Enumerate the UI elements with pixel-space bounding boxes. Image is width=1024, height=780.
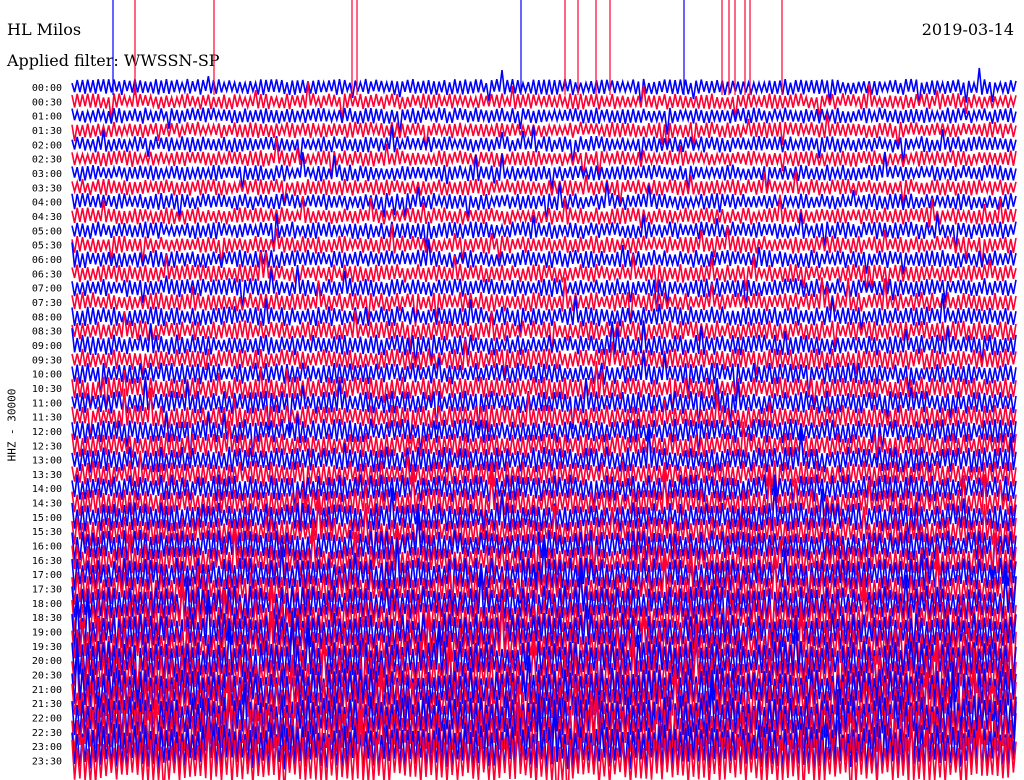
row-time-label: 14:00 [32, 484, 62, 495]
row-time-label: 13:30 [32, 470, 62, 481]
row-time-label: 12:00 [32, 427, 62, 438]
row-time-label: 16:30 [32, 556, 62, 567]
trace-row [71, 125, 1017, 165]
helicorder-plot: 00:00 00:30 01:00 01:30 02:00 02:30 03:00 03:30… [32, 0, 1017, 780]
row-time-label: 23:00 [32, 742, 62, 753]
row-time-label: 08:30 [32, 327, 62, 338]
row-time-label: 06:30 [32, 269, 62, 280]
row-time-label: 22:30 [32, 728, 62, 739]
row-time-label: 19:30 [32, 642, 62, 653]
row-time-label: 12:30 [32, 441, 62, 452]
row-time-label: 04:00 [32, 198, 62, 209]
trace-row [71, 480, 1017, 539]
row-time-label: 01:00 [32, 112, 62, 123]
row-time-label: 08:00 [32, 312, 62, 323]
row-time-label: 00:30 [32, 97, 62, 108]
row-time-label: 09:30 [32, 355, 62, 366]
row-time-label: 20:30 [32, 671, 62, 682]
row-time-label: 22:00 [32, 714, 62, 725]
row-time-label: 18:00 [32, 599, 62, 610]
row-time-label: 02:00 [32, 140, 62, 151]
row-time-label: 21:30 [32, 699, 62, 710]
row-time-label: 05:00 [32, 226, 62, 237]
trace-row [71, 107, 1017, 136]
trace-row [71, 212, 1017, 252]
row-time-label: 14:30 [32, 499, 62, 510]
row-time-label: 11:30 [32, 413, 62, 424]
row-time-label: 03:30 [32, 183, 62, 194]
row-time-label: 05:30 [32, 241, 62, 252]
row-time-label: 23:30 [32, 757, 62, 768]
row-time-label: 15:00 [32, 513, 62, 524]
row-time-label: 07:30 [32, 298, 62, 309]
trace-row [71, 113, 1017, 151]
trace-group [71, 0, 1017, 780]
row-time-label: 11:00 [32, 398, 62, 409]
trace-row [71, 310, 1017, 354]
row-time-label: 06:00 [32, 255, 62, 266]
row-time-label: 18:30 [32, 613, 62, 624]
row-time-label: 09:00 [32, 341, 62, 352]
row-time-label: 16:00 [32, 542, 62, 553]
row-time-label: 21:00 [32, 685, 62, 696]
row-time-label: 01:30 [32, 126, 62, 137]
row-time-label: 17:30 [32, 585, 62, 596]
row-time-label: 13:00 [32, 456, 62, 467]
row-time-label: 20:00 [32, 656, 62, 667]
trace-row [71, 265, 1017, 312]
row-time-label: 19:00 [32, 628, 62, 639]
row-time-label: 15:30 [32, 527, 62, 538]
row-time-label: 04:30 [32, 212, 62, 223]
row-time-label: 02:30 [32, 155, 62, 166]
row-time-label: 03:00 [32, 169, 62, 180]
row-time-label: 10:00 [32, 370, 62, 381]
trace-row [71, 181, 1017, 222]
trace-row [71, 493, 1017, 570]
trace-row [71, 224, 1017, 268]
row-time-label: 07:00 [32, 284, 62, 295]
trace-row [71, 138, 1017, 180]
row-time-label: 10:30 [32, 384, 62, 395]
tick-label-group: 00:00 00:30 01:00 01:30 02:00 02:30 03:00 03:30… [32, 83, 62, 768]
row-time-label: 00:00 [32, 83, 62, 94]
row-time-label: 17:00 [32, 570, 62, 581]
